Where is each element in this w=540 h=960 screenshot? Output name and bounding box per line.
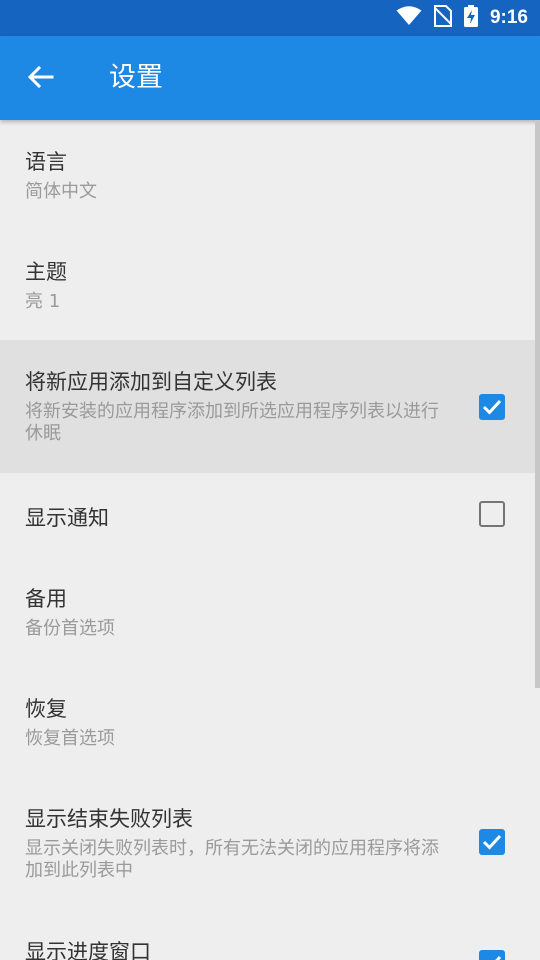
arrow-left-icon xyxy=(27,65,54,92)
battery-charging-icon xyxy=(463,5,478,31)
setting-show-close-failed-list[interactable]: 显示结束失败列表 显示关闭失败列表时，所有无法关闭的应用程序将添加到此列表中 xyxy=(0,777,540,910)
back-button[interactable] xyxy=(20,58,62,100)
setting-show-progress-window[interactable]: 显示进度窗口 xyxy=(0,910,540,960)
setting-summary: 备份首选项 xyxy=(25,618,115,639)
setting-title: 将新应用添加到自定义列表 xyxy=(25,370,277,394)
show-notification-checkbox[interactable] xyxy=(479,501,505,527)
setting-summary: 恢复首选项 xyxy=(25,728,115,749)
status-time: 9:16 xyxy=(489,7,528,28)
setting-language[interactable]: 语言 简体中文 xyxy=(0,120,540,230)
setting-summary: 简体中文 xyxy=(25,181,97,202)
setting-restore[interactable]: 恢复 恢复首选项 xyxy=(0,667,540,777)
app-bar: 设置 xyxy=(0,36,540,120)
setting-title: 主题 xyxy=(25,260,67,284)
settings-list: 语言 简体中文 主题 亮 1 将新应用添加到自定义列表 将新安装的应用程序添加到… xyxy=(0,120,540,960)
add-new-apps-checkbox[interactable] xyxy=(479,394,505,420)
show-close-failed-list-checkbox[interactable] xyxy=(479,829,505,855)
setting-summary: 亮 1 xyxy=(25,291,61,312)
setting-backup[interactable]: 备用 备份首选项 xyxy=(0,557,540,667)
status-bar: 9:16 xyxy=(0,0,540,36)
setting-title: 显示通知 xyxy=(25,506,109,530)
setting-title: 语言 xyxy=(25,150,67,174)
wifi-icon xyxy=(396,6,422,30)
setting-title: 恢复 xyxy=(25,697,67,721)
setting-summary: 显示关闭失败列表时，所有无法关闭的应用程序将添加到此列表中 xyxy=(25,838,439,881)
setting-show-notification[interactable]: 显示通知 xyxy=(0,473,540,557)
setting-summary: 将新安装的应用程序添加到所选应用程序列表以进行休眠 xyxy=(25,401,439,444)
setting-title: 显示结束失败列表 xyxy=(25,807,193,831)
status-icons: 9:16 xyxy=(396,0,528,36)
show-progress-window-checkbox[interactable] xyxy=(479,950,505,960)
page-title: 设置 xyxy=(109,62,163,93)
setting-title: 显示进度窗口 xyxy=(25,940,151,960)
setting-title: 备用 xyxy=(25,587,67,611)
scrollbar[interactable] xyxy=(535,120,540,688)
setting-theme[interactable]: 主题 亮 1 xyxy=(0,230,540,340)
setting-add-new-apps[interactable]: 将新应用添加到自定义列表 将新安装的应用程序添加到所选应用程序列表以进行休眠 xyxy=(0,340,540,473)
no-sim-icon xyxy=(433,5,453,31)
